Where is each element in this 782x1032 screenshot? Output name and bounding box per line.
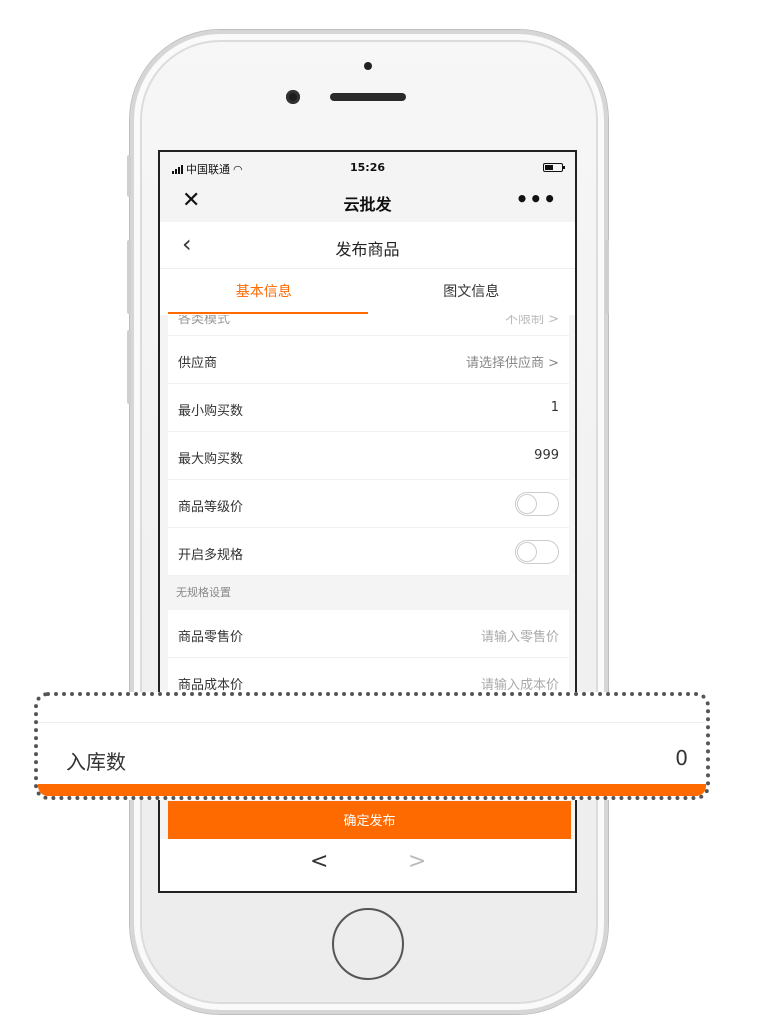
tab-bar: 基本信息 图文信息 bbox=[160, 269, 575, 315]
app-title: 云批发 bbox=[343, 195, 392, 214]
callout-divider bbox=[38, 722, 706, 723]
form-row-supplier[interactable]: 供应商 请选择供应商 > bbox=[168, 336, 569, 384]
status-bar: 中国联通 ◠ 15:26 bbox=[160, 152, 575, 182]
stock-quantity-input[interactable]: 0 bbox=[675, 746, 688, 770]
silent-switch bbox=[127, 155, 131, 197]
partial-row-value: 不限制 > bbox=[504, 315, 559, 327]
power-button bbox=[605, 240, 609, 314]
min-purchase-label: 最小购买数 bbox=[178, 404, 244, 419]
status-time: 15:26 bbox=[349, 161, 385, 174]
speaker-grille bbox=[330, 93, 406, 101]
more-icon[interactable]: ••• bbox=[516, 187, 557, 211]
active-tab-indicator bbox=[168, 312, 368, 314]
page-header: ‹ 发布商品 bbox=[160, 222, 575, 269]
min-purchase-input[interactable]: 1 bbox=[551, 400, 559, 415]
supplier-label: 供应商 bbox=[178, 356, 218, 371]
home-button[interactable] bbox=[332, 908, 404, 980]
supplier-select[interactable]: 请选择供应商 > bbox=[466, 352, 559, 371]
battery-icon bbox=[543, 163, 565, 172]
tab-image-text-info[interactable]: 图文信息 bbox=[368, 269, 576, 315]
max-purchase-input[interactable]: 999 bbox=[534, 448, 559, 463]
callout-accent-bar bbox=[38, 784, 706, 796]
form-row-retail-price[interactable]: 商品零售价 请输入零售价 bbox=[168, 610, 569, 658]
retail-price-label: 商品零售价 bbox=[178, 630, 244, 645]
browser-bottom-nav: < > bbox=[160, 839, 575, 891]
section-no-spec: 无规格设置 bbox=[168, 576, 569, 610]
volume-down-button bbox=[127, 330, 131, 404]
form-row-max-purchase[interactable]: 最大购买数 999 bbox=[168, 432, 569, 480]
level-price-toggle[interactable] bbox=[515, 492, 559, 516]
confirm-publish-button[interactable]: 确定发布 bbox=[168, 801, 571, 839]
max-purchase-label: 最大购买数 bbox=[178, 452, 244, 467]
tab-basic-info[interactable]: 基本信息 bbox=[160, 269, 368, 315]
front-camera-icon bbox=[286, 90, 300, 104]
page-title: 发布商品 bbox=[335, 240, 400, 259]
product-form: 各类模式 不限制 > 供应商 请选择供应商 > 最小购买数 1 最大购买数 99… bbox=[168, 315, 569, 706]
zoom-callout: 入库数 0 bbox=[34, 692, 710, 800]
multi-spec-label: 开启多规格 bbox=[178, 548, 244, 563]
partial-row-label: 各类模式 bbox=[178, 315, 231, 327]
form-row-partial: 各类模式 不限制 > bbox=[168, 315, 569, 336]
wechat-header: ✕ 云批发 ••• bbox=[160, 182, 575, 222]
retail-price-input[interactable]: 请输入零售价 bbox=[481, 626, 559, 645]
form-row-min-purchase[interactable]: 最小购买数 1 bbox=[168, 384, 569, 432]
multi-spec-toggle[interactable] bbox=[515, 540, 559, 564]
proximity-sensor-icon bbox=[364, 62, 372, 70]
volume-up-button bbox=[127, 240, 131, 314]
stock-quantity-label: 入库数 bbox=[66, 750, 126, 774]
nav-back-icon[interactable]: < bbox=[310, 849, 328, 874]
form-row-level-price: 商品等级价 bbox=[168, 480, 569, 528]
cost-price-label: 商品成本价 bbox=[178, 678, 244, 693]
level-price-label: 商品等级价 bbox=[178, 500, 244, 515]
nav-forward-icon[interactable]: > bbox=[408, 849, 426, 874]
cost-price-input[interactable]: 请输入成本价 bbox=[481, 674, 559, 693]
form-row-multi-spec: 开启多规格 bbox=[168, 528, 569, 576]
